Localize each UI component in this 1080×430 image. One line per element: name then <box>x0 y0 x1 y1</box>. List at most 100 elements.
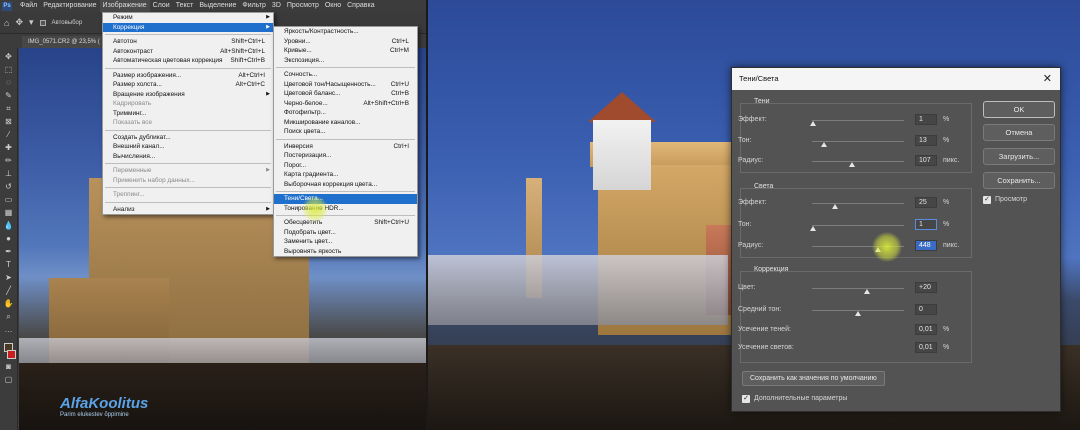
lasso-icon[interactable]: ◌ <box>3 77 14 88</box>
adjust-menu-item[interactable]: Постеризация... <box>274 151 417 161</box>
adjust-menu-item[interactable]: Фотофильтр... <box>274 108 417 118</box>
chevron-down-icon[interactable]: ▾ <box>29 17 34 28</box>
type-icon[interactable]: T <box>3 259 14 270</box>
adjust-menu-item[interactable]: Цветовой тон/Насыщенность... Ctrl+U <box>274 80 417 90</box>
menu-7[interactable]: 3D <box>269 0 284 12</box>
image-menu-item[interactable]: Создать дубликат... <box>103 133 273 143</box>
cancel-button[interactable]: Отмена <box>983 124 1055 141</box>
adjust-menu-item[interactable]: Тени/Света... <box>274 194 417 204</box>
shadows-radius-slider[interactable] <box>812 161 904 162</box>
more-tools-icon[interactable]: … <box>3 324 14 335</box>
quick-mask-icon[interactable]: ◙ <box>3 361 14 372</box>
line-icon[interactable]: ╱ <box>3 285 14 296</box>
preview-checkbox[interactable]: ✓ <box>983 196 991 204</box>
menu-5[interactable]: Выделение <box>196 0 239 12</box>
image-menu-item[interactable]: Вращение изображения ▶ <box>103 90 273 100</box>
adjust-menu-item[interactable]: Заменить цвет... <box>274 237 417 247</box>
correction-midtone-field[interactable]: 0 <box>915 304 937 315</box>
shadows-tone-field[interactable]: 13 <box>915 135 937 146</box>
clip-highlights-field[interactable]: 0,01 <box>915 342 937 353</box>
menu-8[interactable]: Просмотр <box>284 0 322 12</box>
adjust-menu-item[interactable]: Черно-белое... Alt+Shift+Ctrl+B <box>274 99 417 109</box>
image-menu-item[interactable]: Автоматическая цветовая коррекция Shift+C… <box>103 56 273 66</box>
image-menu-item[interactable]: Размер изображения... Alt+Ctrl+I <box>103 71 273 81</box>
adjust-menu-item[interactable]: Карта градиента... <box>274 170 417 180</box>
adjust-menu-item[interactable]: Тонирование HDR... <box>274 204 417 214</box>
image-menu-item[interactable]: Автотон Shift+Ctrl+L <box>103 37 273 47</box>
menu-0[interactable]: Файл <box>17 0 40 12</box>
more-options-checkbox[interactable]: ✓ <box>742 395 750 403</box>
highlights-radius-field[interactable]: 448 <box>915 240 937 251</box>
correction-color-handle[interactable] <box>864 289 871 294</box>
dodge-icon[interactable]: ● <box>3 233 14 244</box>
healing-brush-icon[interactable]: ✚ <box>3 142 14 153</box>
background-color-swatch[interactable] <box>7 350 16 359</box>
menu-9[interactable]: Окно <box>322 0 344 12</box>
close-icon[interactable]: ✕ <box>1043 68 1052 90</box>
adjust-menu-item[interactable]: Кривые... Ctrl+M <box>274 46 417 56</box>
menu-4[interactable]: Текст <box>173 0 197 12</box>
adjust-menu-item[interactable]: Выборочная коррекция цвета... <box>274 180 417 190</box>
adjust-menu-item[interactable]: Экспозиция... <box>274 56 417 66</box>
adjust-menu-item[interactable]: Яркость/Контрастность... <box>274 27 417 37</box>
menu-10[interactable]: Справка <box>344 0 377 12</box>
shadows-radius-field[interactable]: 107 <box>915 155 937 166</box>
save-defaults-button[interactable]: Сохранить как значения по умолчанию <box>742 371 885 386</box>
adjust-menu-item[interactable]: Уровни... Ctrl+L <box>274 37 417 47</box>
shadows-effect-field[interactable]: 1 <box>915 114 937 125</box>
document-tab[interactable]: IMG_0571.CR2 @ 23,5% ( <box>22 36 106 48</box>
highlights-tone-slider[interactable] <box>812 225 904 226</box>
eraser-icon[interactable]: ▭ <box>3 194 14 205</box>
highlights-effect-handle[interactable] <box>832 204 838 209</box>
path-select-icon[interactable]: ➤ <box>3 272 14 283</box>
frame-icon[interactable]: ⊠ <box>3 116 14 127</box>
adjust-menu-item[interactable]: Подобрать цвет... <box>274 228 417 238</box>
menu-2[interactable]: Изображение <box>99 0 150 12</box>
shadows-radius-handle[interactable] <box>848 162 855 167</box>
home-icon[interactable]: ⌂ <box>4 18 9 28</box>
highlights-effect-field[interactable]: 25 <box>915 197 937 208</box>
quick-select-icon[interactable]: ✎ <box>3 90 14 101</box>
correction-midtone-handle[interactable] <box>855 311 861 316</box>
adjust-menu-item[interactable]: Цветовой баланс... Ctrl+B <box>274 89 417 99</box>
adjust-menu-item[interactable]: Выровнять яркость <box>274 247 417 257</box>
move-icon[interactable]: ✥ <box>3 51 14 62</box>
menu-3[interactable]: Слои <box>150 0 173 12</box>
image-menu-item[interactable]: Внешний канал... <box>103 142 273 152</box>
image-menu-item[interactable]: Коррекция ▶ <box>103 22 273 32</box>
ok-button[interactable]: OK <box>983 101 1055 118</box>
screen-mode-icon[interactable]: ▢ <box>3 374 14 385</box>
zoom-icon[interactable]: ⌕ <box>3 311 14 322</box>
brush-icon[interactable]: ✏ <box>3 155 14 166</box>
highlights-tone-field[interactable]: 1 <box>915 219 937 230</box>
highlights-effect-slider[interactable] <box>812 203 904 204</box>
image-menu-item[interactable]: Анализ ▶ <box>103 205 273 215</box>
adjust-menu-item[interactable]: Поиск цвета... <box>274 127 417 137</box>
correction-color-field[interactable]: +20 <box>915 282 937 293</box>
adjust-menu-item[interactable]: Обесцветить Shift+Ctrl+U <box>274 218 417 228</box>
image-menu-item[interactable]: Размер холста... Alt+Ctrl+C <box>103 80 273 90</box>
menu-1[interactable]: Редактирование <box>40 0 99 12</box>
adjust-menu-item[interactable]: Порог... <box>274 161 417 171</box>
image-menu-item[interactable]: Автоконтраст Alt+Shift+Ctrl+L <box>103 47 273 57</box>
eyedropper-icon[interactable]: ⁄ <box>3 129 14 140</box>
load-button[interactable]: Загрузить... <box>983 148 1055 165</box>
pen-icon[interactable]: ✒ <box>3 246 14 257</box>
gradient-icon[interactable]: ▦ <box>3 207 14 218</box>
history-brush-icon[interactable]: ↺ <box>3 181 14 192</box>
highlights-tone-handle[interactable] <box>809 226 816 231</box>
save-button[interactable]: Сохранить... <box>983 172 1055 189</box>
shadows-tone-handle[interactable] <box>820 142 827 147</box>
autoselect-checkbox[interactable] <box>39 19 46 26</box>
menu-6[interactable]: Фильтр <box>239 0 269 12</box>
image-menu-item[interactable]: Тримминг... <box>103 109 273 119</box>
clip-shadows-field[interactable]: 0,01 <box>915 324 937 335</box>
adjust-menu-item[interactable]: Инверсия Ctrl+I <box>274 142 417 152</box>
stamp-icon[interactable]: ⊥ <box>3 168 14 179</box>
move-tool-icon[interactable]: ✥ <box>15 17 23 28</box>
hand-icon[interactable]: ✋ <box>3 298 14 309</box>
image-menu-item[interactable]: Вычисления... <box>103 152 273 162</box>
shadows-effect-slider[interactable] <box>812 120 904 121</box>
adjust-menu-item[interactable]: Микширование каналов... <box>274 118 417 128</box>
correction-color-slider[interactable] <box>812 288 904 289</box>
